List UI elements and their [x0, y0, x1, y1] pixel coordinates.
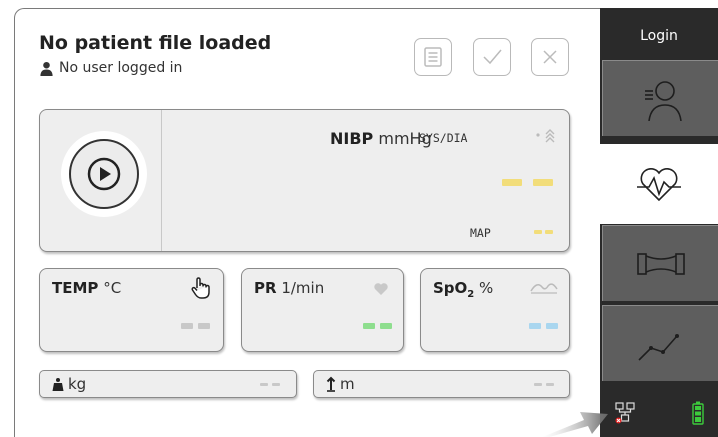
tab-vitals[interactable] [600, 144, 718, 224]
map-label: MAP [470, 226, 491, 240]
tab-trends[interactable] [602, 305, 718, 381]
pr-name: PR [254, 279, 277, 297]
list-button[interactable] [414, 38, 452, 76]
nibp-panel[interactable]: NIBP mmHg SYS/DIA MAP [39, 109, 570, 252]
height-placeholder-1 [534, 383, 542, 386]
weight-label: kg [52, 375, 86, 393]
heart-icon [374, 283, 388, 295]
weight-field[interactable]: kg [39, 370, 297, 398]
nibp-mode: SYS/DIA [419, 131, 468, 145]
navigation-sidebar: Login [600, 8, 718, 437]
trend-chart-icon [637, 333, 679, 361]
temp-name: TEMP [52, 279, 99, 297]
map-placeholder-2 [545, 230, 553, 234]
play-icon [87, 157, 121, 191]
height-placeholder-2 [546, 383, 554, 386]
login-button[interactable]: Login [600, 8, 718, 60]
pr-placeholder-1 [363, 323, 375, 329]
close-icon [543, 50, 557, 64]
spo2-placeholder-2 [546, 323, 558, 329]
network-error-icon [615, 402, 635, 424]
body-measurement-icon [636, 252, 685, 275]
check-icon [483, 49, 502, 65]
spo2-placeholder-1 [529, 323, 541, 329]
nibp-label: NIBP mmHg [330, 129, 432, 148]
pr-unit: 1/min [281, 279, 325, 297]
sys-placeholder [502, 179, 522, 186]
temp-placeholder-1 [181, 323, 193, 329]
hand-pointer-icon [191, 277, 210, 299]
height-icon [326, 376, 336, 392]
height-field[interactable]: m [313, 370, 570, 398]
spo2-name: SpO [433, 279, 468, 297]
map-placeholder-1 [534, 230, 542, 234]
height-unit: m [340, 375, 355, 393]
battery-icon [692, 401, 704, 425]
temp-unit: °C [103, 279, 122, 297]
dia-placeholder [533, 179, 553, 186]
start-measurement-button[interactable] [61, 131, 147, 217]
weight-placeholder-2 [272, 383, 280, 386]
spo2-panel[interactable]: SpO2 % [420, 268, 570, 352]
tab-patient-list[interactable] [602, 60, 718, 136]
height-label: m [326, 375, 355, 393]
heart-pulse-icon [637, 168, 681, 202]
temp-placeholder-2 [198, 323, 210, 329]
tab-body-measurements[interactable] [602, 225, 718, 301]
pr-placeholder-2 [380, 323, 392, 329]
list-icon [424, 47, 442, 67]
confirm-button[interactable] [473, 38, 511, 76]
weight-placeholder-1 [260, 383, 268, 386]
pr-panel[interactable]: PR 1/min [241, 268, 404, 352]
page-title: No patient file loaded [39, 32, 272, 54]
user-status-text: No user logged in [59, 60, 183, 76]
weight-icon [52, 378, 64, 391]
weight-unit: kg [68, 375, 87, 393]
pleth-wave-icon [530, 283, 558, 294]
pr-label: PR 1/min [254, 279, 324, 297]
close-button[interactable] [531, 38, 569, 76]
interval-icon [534, 127, 562, 146]
user-icon [40, 61, 53, 76]
status-bar [600, 389, 718, 437]
user-status: No user logged in [39, 60, 182, 76]
spo2-unit: % [479, 279, 494, 297]
temp-panel[interactable]: TEMP °C [39, 268, 224, 352]
temp-label: TEMP °C [52, 279, 121, 297]
pointer-arrow-icon [542, 412, 608, 437]
spo2-label: SpO2 % [433, 279, 493, 300]
nibp-name: NIBP [330, 129, 374, 148]
patient-list-icon [644, 80, 682, 121]
nibp-start-area [40, 110, 162, 251]
spo2-sub: 2 [467, 289, 475, 300]
